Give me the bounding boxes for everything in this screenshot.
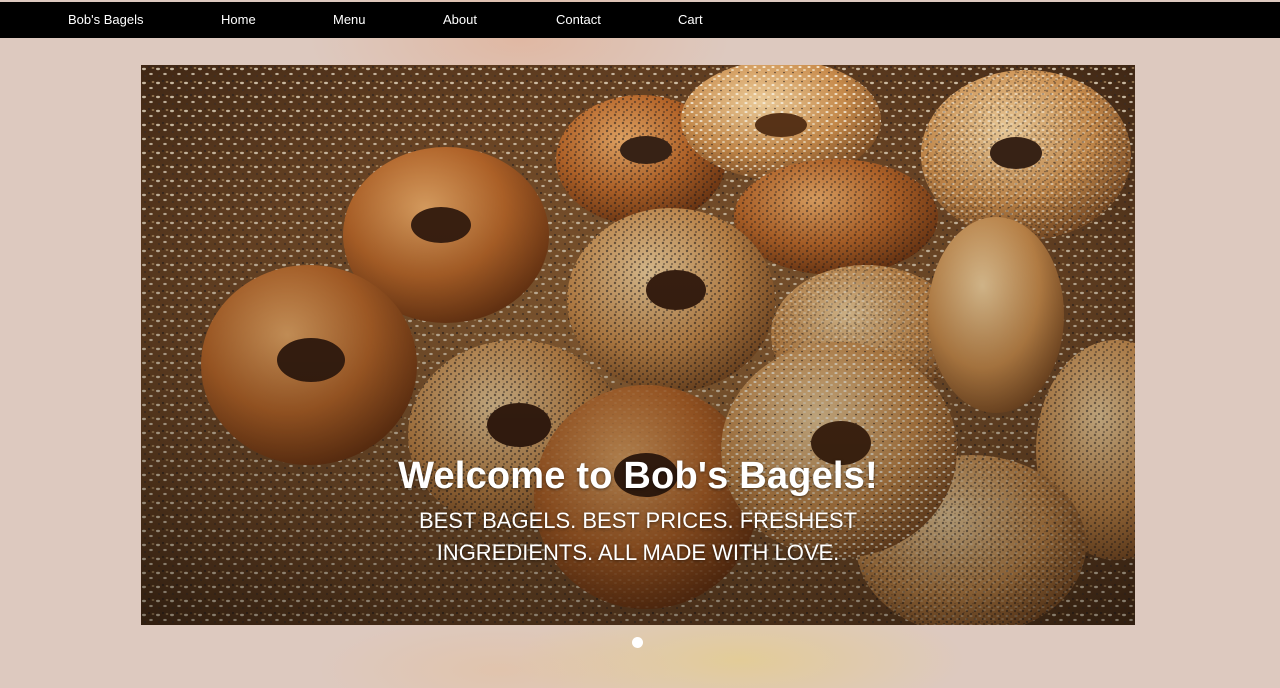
nav-link-contact[interactable]: Contact [556, 2, 601, 38]
nav-link-home[interactable]: Home [221, 2, 256, 38]
hero-subtitle: BEST BAGELS. BEST PRICES. FRESHEST INGRE… [418, 508, 858, 565]
carousel-indicator-dot[interactable] [632, 637, 643, 648]
nav-link-menu[interactable]: Menu [333, 2, 366, 38]
nav-link-about[interactable]: About [443, 2, 477, 38]
hero-caption: Welcome to Bob's Bagels! BEST BAGELS. BE… [141, 453, 1135, 569]
hero-carousel-slide: Welcome to Bob's Bagels! BEST BAGELS. BE… [141, 65, 1135, 625]
top-navbar: Bob's Bagels Home Menu About Contact Car… [0, 2, 1280, 38]
hero-title: Welcome to Bob's Bagels! [398, 455, 878, 497]
nav-link-cart[interactable]: Cart [678, 2, 703, 38]
brand-link[interactable]: Bob's Bagels [68, 2, 143, 38]
